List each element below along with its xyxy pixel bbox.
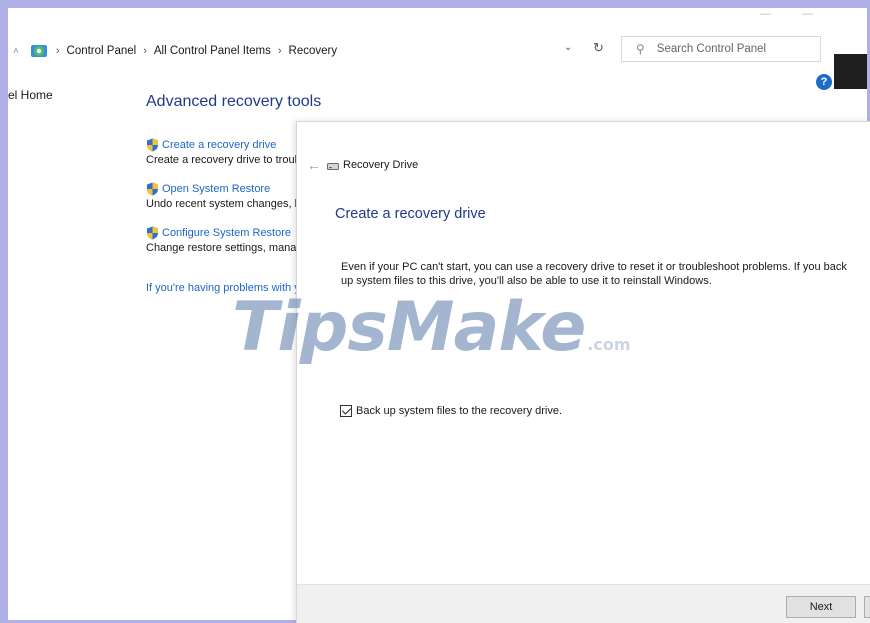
- breadcrumb-control-panel[interactable]: Control Panel: [67, 45, 137, 57]
- section-title: Advanced recovery tools: [146, 93, 322, 110]
- maximize-button[interactable]: —: [802, 8, 813, 20]
- shield-icon: [147, 226, 158, 240]
- dialog-app-title: Recovery Drive: [343, 159, 419, 171]
- tool-create-recovery-drive: Create a recovery drive Create a recover…: [146, 138, 296, 166]
- titlebar-controls: — —: [740, 8, 830, 24]
- tool-link-label: Open System Restore: [162, 183, 271, 195]
- window-frame-left: [0, 0, 8, 623]
- next-button[interactable]: Next: [786, 596, 856, 618]
- cancel-button[interactable]: [864, 596, 870, 618]
- shield-icon: [147, 138, 158, 152]
- recovery-drive-dialog: ← Recovery Drive Create a recovery drive…: [296, 121, 870, 623]
- configure-system-restore-link[interactable]: Configure System Restore: [146, 226, 296, 240]
- tool-link-label: Configure System Restore: [162, 227, 291, 239]
- create-recovery-drive-link[interactable]: Create a recovery drive: [146, 138, 296, 152]
- tool-open-system-restore: Open System Restore Undo recent system c…: [146, 182, 296, 210]
- drive-icon: [327, 163, 339, 170]
- tool-description: Undo recent system changes, but leave fi…: [146, 198, 296, 210]
- breadcrumb-recovery[interactable]: Recovery: [289, 45, 338, 57]
- minimize-button[interactable]: —: [760, 8, 771, 20]
- address-bar[interactable]: ˄ › Control Panel › All Control Panel It…: [8, 36, 610, 66]
- backup-system-files-label[interactable]: Back up system files to the recovery dri…: [356, 405, 562, 417]
- tool-description: Create a recovery drive to troubleshoot …: [146, 154, 296, 166]
- refresh-reset-link[interactable]: If you're having problems with your PC, …: [146, 282, 296, 294]
- open-system-restore-link[interactable]: Open System Restore: [146, 182, 296, 196]
- tool-description: Change restore settings, manage disk spa…: [146, 242, 296, 254]
- control-panel-icon: [30, 45, 47, 57]
- control-panel-home-link[interactable]: el Home: [8, 88, 53, 102]
- dialog-description: Even if your PC can't start, you can use…: [341, 261, 847, 287]
- search-icon: ⚲: [636, 42, 645, 56]
- search-box[interactable]: ⚲: [621, 36, 821, 62]
- chevron-down-icon[interactable]: ⌄: [564, 42, 572, 53]
- help-icon[interactable]: ?: [816, 74, 832, 90]
- dialog-heading: Create a recovery drive: [335, 206, 486, 222]
- shield-icon: [147, 182, 158, 196]
- background-window-edge: [834, 54, 867, 89]
- tool-configure-system-restore: Configure System Restore Change restore …: [146, 226, 296, 254]
- breadcrumb-separator: ›: [143, 45, 147, 57]
- window-frame-top: [0, 0, 870, 8]
- breadcrumb-all-items[interactable]: All Control Panel Items: [154, 45, 271, 57]
- refresh-icon[interactable]: ↻: [593, 40, 604, 56]
- recent-locations-icon[interactable]: ˄: [13, 46, 19, 57]
- search-input[interactable]: [656, 43, 807, 55]
- back-arrow-icon[interactable]: ←: [307, 157, 321, 173]
- tool-link-label: Create a recovery drive: [162, 139, 277, 151]
- dialog-footer: Next: [297, 584, 870, 623]
- breadcrumb-separator: ›: [277, 45, 282, 57]
- breadcrumb-separator: ›: [55, 45, 60, 57]
- backup-system-files-option[interactable]: Back up system files to the recovery dri…: [340, 405, 562, 417]
- backup-system-files-checkbox[interactable]: [340, 405, 352, 417]
